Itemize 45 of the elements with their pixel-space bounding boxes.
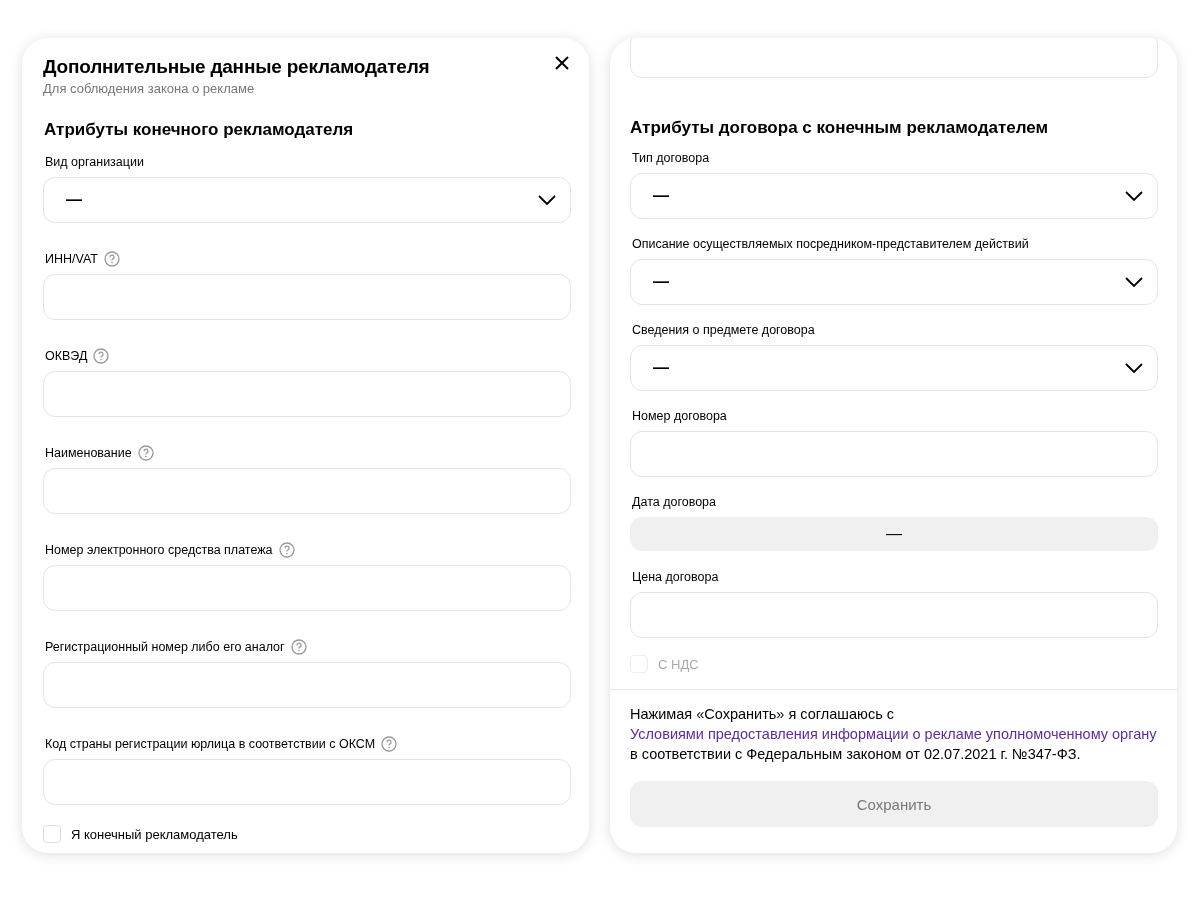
close-icon[interactable] — [553, 54, 571, 72]
input-field[interactable] — [43, 468, 571, 514]
field-label: ОКВЭД — [45, 349, 88, 363]
section-heading: Атрибуты конечного рекламодателя — [44, 120, 355, 140]
field-label: Сведения о предмете договора — [632, 323, 815, 337]
field-label: Наименование — [45, 446, 132, 460]
input-field[interactable] — [43, 759, 571, 805]
dialog-subtitle: Для соблюдения закона о рекламе — [43, 81, 256, 96]
input-field[interactable] — [43, 274, 571, 320]
checkbox-label: С НДС — [658, 656, 699, 672]
field-label: ИНН/VAT — [45, 252, 98, 266]
help-icon[interactable] — [381, 736, 398, 752]
section-heading: Атрибуты договора с конечным рекламодателем — [630, 118, 1050, 138]
help-icon[interactable] — [278, 542, 295, 558]
field-label: Тип договора — [632, 151, 710, 165]
dropdown-field[interactable]: — — [43, 177, 571, 223]
help-icon[interactable] — [290, 639, 307, 655]
chevron-down-icon — [1125, 277, 1143, 287]
dropdown-field[interactable]: — — [630, 173, 1158, 219]
field-label: Код страны регистрации юрлица в соответствии с ОКСМ — [45, 737, 376, 751]
dropdown-field[interactable]: — — [630, 345, 1158, 391]
checkbox-label: Я конечный рекламодатель — [71, 826, 238, 842]
help-icon[interactable] — [93, 348, 110, 364]
field-label: Дата договора — [632, 495, 716, 509]
input-field[interactable] — [630, 431, 1158, 477]
field-label: Описание осуществляемых посредником-представителем действий — [632, 237, 1029, 251]
field-label: Регистрационный номер либо его аналог — [45, 640, 285, 654]
checkbox[interactable] — [43, 825, 61, 843]
input-field[interactable] — [43, 662, 571, 708]
chevron-down-icon — [1125, 191, 1143, 201]
dialog-title: Дополнительные данные рекламодателя — [43, 56, 430, 78]
terms-link[interactable]: Условиями предоставления информации о рекламе уполномоченному органу — [630, 726, 1157, 742]
chevron-down-icon — [538, 195, 556, 205]
help-icon[interactable] — [137, 445, 154, 461]
chevron-down-icon — [1125, 363, 1143, 373]
input-field[interactable] — [43, 565, 571, 611]
input-field[interactable] — [630, 592, 1158, 638]
dropdown-field[interactable]: — — [630, 259, 1158, 305]
date-field[interactable]: — — [630, 517, 1158, 551]
input-field[interactable] — [43, 371, 571, 417]
field-label: Цена договора — [632, 570, 719, 584]
field-label: Вид организации — [45, 155, 144, 169]
field-label: Номер электронного средства платежа — [45, 543, 273, 557]
help-icon[interactable] — [103, 251, 120, 267]
field-label: Номер договора — [632, 409, 727, 423]
